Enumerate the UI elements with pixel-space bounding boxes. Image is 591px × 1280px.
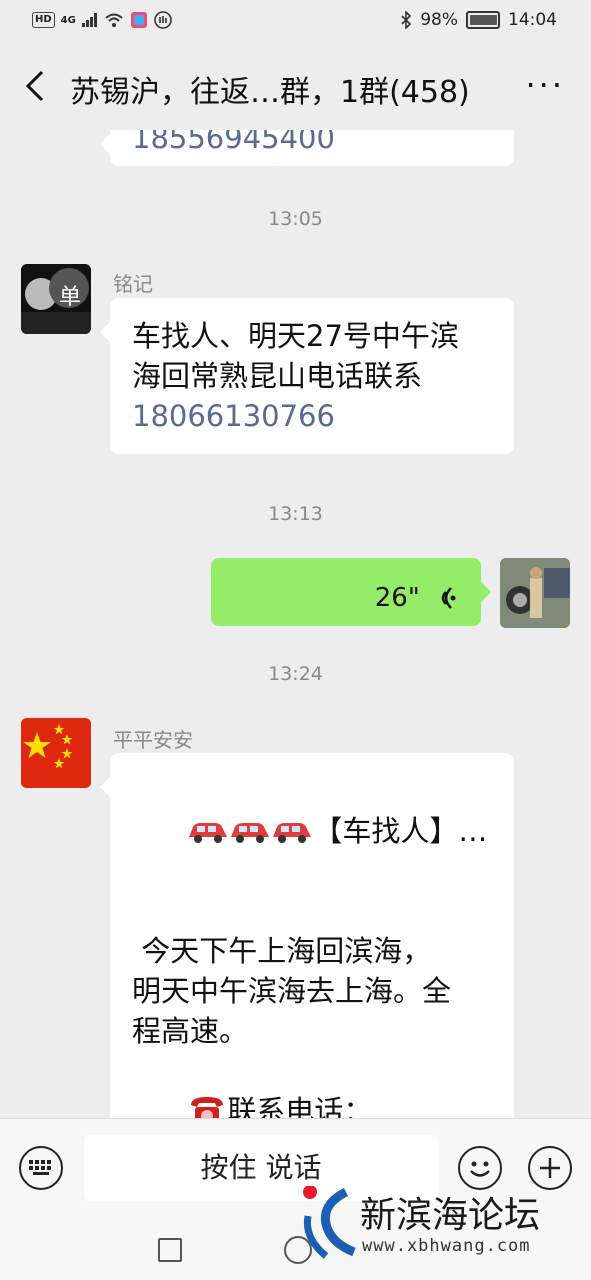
- add-plus-icon[interactable]: [528, 1146, 572, 1190]
- timestamp: 13:24: [268, 663, 323, 685]
- plus-icon: [540, 1158, 560, 1178]
- back-arrow-icon[interactable]: [18, 66, 54, 106]
- avatar-image: 单: [21, 268, 91, 334]
- message-line: 今天下午上海回滨海，: [132, 934, 432, 968]
- timestamp: 13:05: [268, 208, 323, 230]
- message-line: 联系电话：: [132, 1051, 492, 1118]
- chat-area[interactable]: 18556945400 13:05 单 铭记 车找人、明天27号中午滨 海回常熟…: [0, 130, 591, 1118]
- chat-title: 苏锡沪，往返…群，1群(458): [70, 75, 470, 110]
- message-line: 程高速。: [132, 1014, 249, 1048]
- watermark-logo-icon: [303, 1186, 356, 1259]
- watermark-url: www.xbhwang.com: [362, 1236, 531, 1256]
- red-car-icon: [231, 823, 270, 843]
- watermark-name: 新滨海论坛: [360, 1195, 541, 1236]
- status-bar: HD 4G 98% 14:04: [0, 0, 591, 44]
- self-avatar[interactable]: [500, 558, 570, 628]
- contact-label: 联系电话：: [227, 1094, 373, 1118]
- phone-link[interactable]: 18556945400: [132, 130, 492, 158]
- message-bubble[interactable]: 【车找人】… 今天下午上海回滨海， 明天中午滨海去上海。全 程高速。 联系电话：…: [100, 753, 514, 1118]
- battery-icon: [466, 11, 500, 29]
- message-line: 车找人、明天27号中午滨: [132, 319, 459, 353]
- voice-duration: 26": [374, 583, 420, 613]
- red-car-icon: [273, 823, 312, 843]
- keyboard-toggle-icon[interactable]: [19, 1146, 63, 1190]
- chat-header: 苏锡沪，往返…群，1群(458) ···: [0, 44, 591, 130]
- sender-name: 铭记: [113, 272, 153, 296]
- more-options-icon[interactable]: ···: [525, 66, 565, 104]
- app-notification-icon: [130, 12, 147, 28]
- sender-name: 平平安安: [113, 728, 193, 752]
- timestamp: 13:13: [268, 503, 323, 525]
- wifi-icon: [105, 13, 123, 27]
- telephone-icon: [191, 1097, 224, 1118]
- status-right: 98% 14:04: [400, 10, 557, 30]
- battery-percent: 98%: [420, 10, 458, 30]
- voice-message-bubble[interactable]: 26": [211, 558, 491, 626]
- smiley-face-icon: [470, 1161, 490, 1177]
- message-line: 明天中午滨海去上海。全: [132, 974, 452, 1008]
- message-bubble-partial[interactable]: 18556945400: [100, 130, 514, 166]
- emoji-icon[interactable]: [458, 1146, 502, 1190]
- signal-icon: [81, 13, 97, 27]
- message-bubble[interactable]: 车找人、明天27号中午滨 海回常熟昆山电话联系 18066130766: [100, 298, 514, 454]
- phone-link[interactable]: 18066130766: [132, 396, 492, 436]
- hd-badge: HD: [32, 12, 55, 28]
- red-car-icon: [189, 823, 228, 843]
- site-watermark: 新滨海论坛 www.xbhwang.com: [298, 1186, 588, 1264]
- message-line: 海回常熟昆山电话联系: [132, 359, 423, 393]
- message-line: 【车找人】…: [132, 771, 492, 891]
- china-flag-avatar-icon: [21, 718, 91, 788]
- avatar[interactable]: [21, 718, 91, 788]
- gesture-icon: [154, 11, 172, 29]
- clock: 14:04: [508, 10, 557, 30]
- keyboard-icon: [29, 1160, 51, 1175]
- message-heading: 【车找人】…: [313, 814, 488, 848]
- network-label: 4G: [60, 14, 76, 26]
- avatar[interactable]: 单: [21, 264, 91, 334]
- status-left: HD 4G: [32, 11, 172, 29]
- self-avatar-image: [500, 558, 570, 628]
- voice-wave-icon: [441, 587, 456, 609]
- avatar-glyph: 单: [59, 285, 81, 310]
- bluetooth-icon: [401, 11, 412, 29]
- recent-apps-icon[interactable]: [158, 1238, 182, 1262]
